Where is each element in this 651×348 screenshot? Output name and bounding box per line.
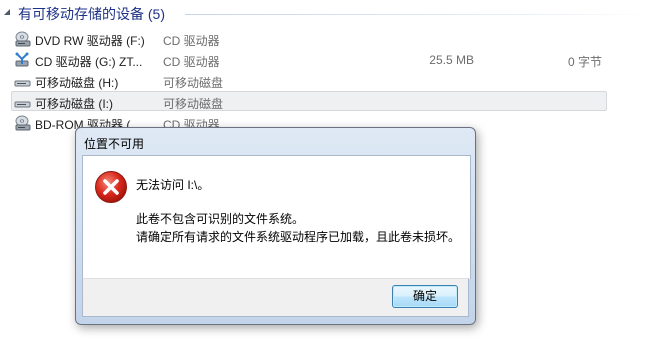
bd-rom-drive-icon <box>15 115 31 131</box>
location-unavailable-dialog[interactable]: 位置不可用 无法访问 I:\。 此卷不包含可识别的文件系统。 请确定所有请求的文… <box>75 127 476 325</box>
device-free-space: 0 字节 <box>567 55 602 69</box>
group-title: 有可移动存储的设备 (5) <box>18 6 165 22</box>
error-icon <box>95 171 127 203</box>
cd-drive-icon <box>15 52 29 67</box>
dialog-body: 无法访问 I:\。 此卷不包含可识别的文件系统。 请确定所有请求的文件系统驱动程… <box>82 155 471 279</box>
error-detail-line-1: 此卷不包含可识别的文件系统。 <box>136 212 305 226</box>
device-type: CD 驱动器 <box>163 55 220 69</box>
device-name: CD 驱动器 (G:) ZT... <box>35 55 143 69</box>
device-name: 可移动磁盘 (H:) <box>35 76 119 90</box>
device-row-removable-h[interactable]: 可移动磁盘 (H:) 可移动磁盘 <box>11 70 607 90</box>
device-group-header[interactable]: 有可移动存储的设备 (5) <box>0 4 651 22</box>
error-detail-line-2: 请确定所有请求的文件系统驱动程序已加载，且此卷未损坏。 <box>136 230 461 244</box>
removable-disk-icon <box>14 101 31 108</box>
device-type: 可移动磁盘 <box>163 76 224 90</box>
dialog-title: 位置不可用 <box>84 137 145 151</box>
collapse-chevron-icon[interactable] <box>3 8 11 16</box>
removable-disk-icon <box>14 80 31 87</box>
group-divider <box>185 14 651 15</box>
device-name: 可移动磁盘 (I:) <box>35 97 113 111</box>
device-type: CD 驱动器 <box>163 34 220 48</box>
dvd-drive-icon <box>15 31 31 47</box>
device-row-removable-i[interactable]: 可移动磁盘 (I:) 可移动磁盘 <box>11 91 607 111</box>
device-total-size: 25.5 MB <box>429 53 474 67</box>
error-message: 无法访问 I:\。 <box>136 178 210 192</box>
dialog-footer: 确定 <box>82 278 469 317</box>
device-name: DVD RW 驱动器 (F:) <box>35 34 145 48</box>
device-row-dvd-f[interactable]: DVD RW 驱动器 (F:) CD 驱动器 <box>11 28 607 48</box>
device-row-cd-g[interactable]: CD 驱动器 (G:) ZT... CD 驱动器 25.5 MB 0 字节 <box>11 49 607 69</box>
ok-button[interactable]: 确定 <box>392 285 458 308</box>
device-type: 可移动磁盘 <box>163 97 224 111</box>
